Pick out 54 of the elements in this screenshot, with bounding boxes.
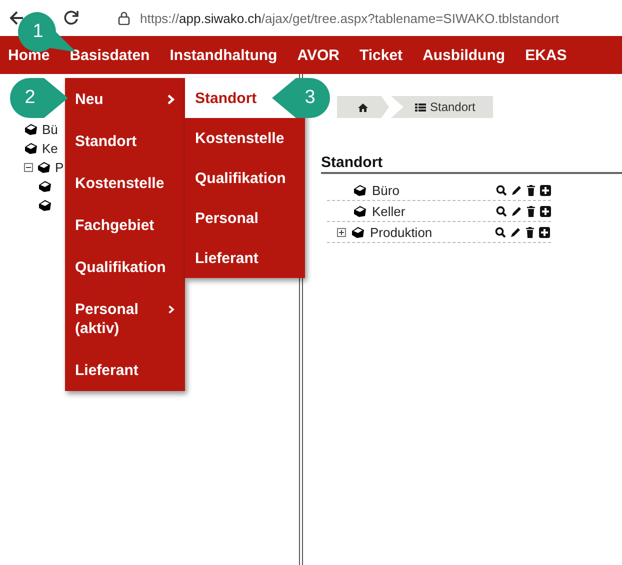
pencil-icon[interactable] (511, 206, 522, 216)
section-heading: Standort (321, 154, 622, 174)
pencil-icon[interactable] (511, 184, 522, 196)
nav-item[interactable]: EKAS (525, 46, 567, 64)
node-icon (38, 180, 52, 193)
home-breadcrumb[interactable] (337, 96, 389, 118)
row-label[interactable]: Produktion (370, 224, 432, 240)
list-icon (415, 102, 426, 112)
expand-toggle[interactable] (337, 228, 346, 236)
chevron-icon (167, 94, 175, 105)
submenu-item[interactable]: Personal (185, 198, 305, 238)
lock-icon (118, 11, 130, 25)
submenu-item[interactable]: Qualifikation (185, 158, 305, 198)
menu-item[interactable]: Fachgebiet (65, 204, 185, 246)
menu-item[interactable]: Personal (aktiv) (65, 288, 185, 349)
submenu-item[interactable]: Kostenstelle (185, 118, 305, 158)
node-icon (24, 123, 38, 136)
node-icon (351, 226, 365, 238)
chevron-icon (168, 304, 175, 315)
menu-item[interactable]: Qualifikation (65, 246, 185, 288)
nav-item[interactable]: Ticket (359, 46, 403, 64)
search-icon[interactable] (496, 206, 507, 216)
submenu-item[interactable]: Lieferant (185, 238, 305, 278)
node-icon (353, 204, 367, 218)
trash-icon[interactable] (525, 226, 535, 238)
tree-item[interactable]: Bü (42, 122, 58, 137)
menu-item[interactable]: Kostenstelle (65, 162, 185, 204)
menu-item[interactable]: Standort (65, 120, 185, 162)
row-label[interactable]: Büro (372, 182, 400, 198)
node-icon (24, 142, 38, 155)
menu-item[interactable]: Neu (65, 78, 185, 120)
row-label[interactable]: Keller (372, 204, 406, 218)
menu-item[interactable]: Lieferant (65, 349, 185, 391)
search-icon[interactable] (496, 184, 507, 196)
search-icon[interactable] (495, 226, 506, 238)
plus-icon[interactable] (540, 184, 551, 196)
nav-item[interactable]: AVOR (297, 46, 340, 64)
node-icon (38, 199, 52, 212)
tree-item[interactable]: P (55, 160, 64, 175)
trash-icon[interactable] (526, 184, 536, 196)
trash-icon[interactable] (526, 206, 536, 216)
plus-icon[interactable] (539, 226, 550, 238)
reload-icon[interactable] (62, 9, 80, 27)
breadcrumb-item[interactable]: Standort (391, 96, 494, 118)
node-icon (37, 161, 51, 174)
tree-item[interactable]: Ke (42, 141, 58, 156)
node-icon (353, 184, 367, 196)
home-icon (358, 102, 368, 112)
plus-icon[interactable] (540, 206, 551, 216)
nav-item[interactable]: Ausbildung (422, 46, 506, 64)
nav-item[interactable]: Instandhaltung (170, 46, 278, 64)
back-icon[interactable] (8, 9, 26, 27)
pencil-icon[interactable] (510, 226, 521, 238)
collapse-toggle[interactable] (24, 163, 33, 172)
